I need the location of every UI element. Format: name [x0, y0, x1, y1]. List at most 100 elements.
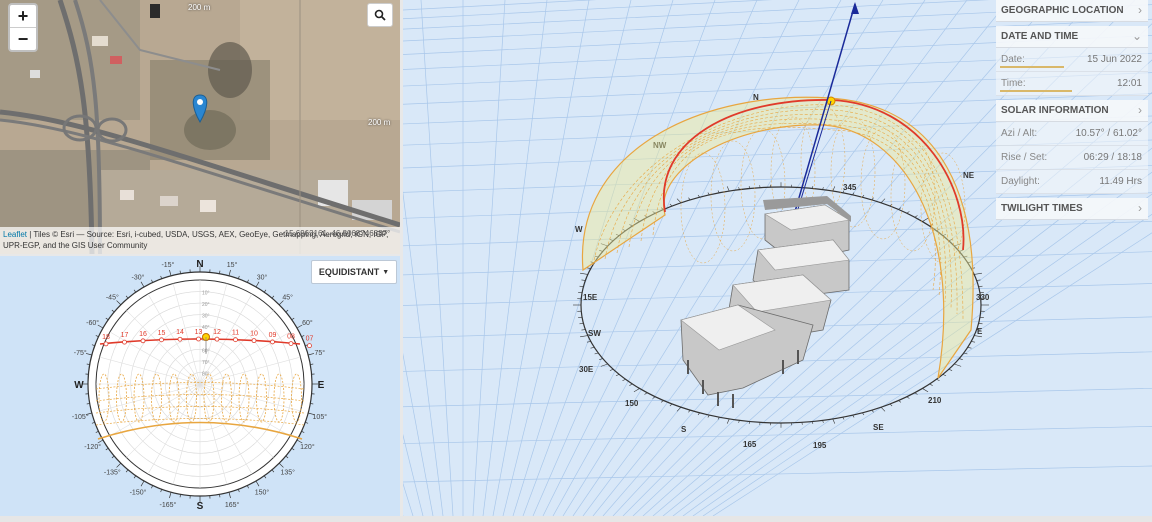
section-title: TWILIGHT TIMES	[1001, 203, 1083, 214]
azimuth-tick	[308, 353, 315, 356]
chevron-right-icon: ›	[1138, 103, 1142, 117]
rise-set-label: Rise / Set:	[1001, 152, 1048, 163]
hour-marker	[103, 341, 109, 347]
zoom-out-button[interactable]: −	[10, 27, 36, 50]
hour-label: 15	[158, 330, 166, 337]
section-title: GEOGRAPHIC LOCATION	[1001, 5, 1124, 16]
map-search-button[interactable]	[367, 3, 393, 27]
date-slider[interactable]	[1000, 66, 1064, 68]
cardinal-w: W	[74, 380, 84, 391]
projection-dropdown[interactable]: EQUIDISTANT ▼	[311, 260, 397, 284]
time-label: Time:	[1001, 78, 1026, 89]
azi-alt-label: Azi / Alt:	[1001, 128, 1038, 139]
ring-label: 15E	[583, 293, 598, 302]
azimuth-tick	[140, 281, 145, 288]
altitude-label: 40°	[202, 325, 210, 331]
hour-marker	[270, 339, 275, 345]
hour-marker	[251, 338, 257, 344]
ring-label: 150	[625, 399, 639, 408]
azimuth-tick	[111, 455, 115, 459]
altitude-label: 20°	[202, 302, 210, 308]
chevron-right-icon: ›	[1138, 201, 1142, 215]
ring-label: 30E	[579, 365, 594, 374]
azimuth-tick	[228, 269, 231, 276]
azimuth-tick	[169, 269, 172, 276]
azimuth-label: -75°	[74, 349, 87, 357]
azimuth-label: 75°	[314, 349, 325, 357]
daylight-value: 11.49 Hrs	[1099, 176, 1142, 187]
azimuth-tick	[255, 281, 260, 288]
azimuth-tick	[247, 485, 249, 489]
azimuth-tick	[133, 289, 137, 293]
time-row[interactable]: Time: 12:01	[996, 72, 1148, 96]
altitude-label: 10°	[202, 291, 210, 297]
azimuth-tick	[237, 489, 240, 493]
azimuth-tick	[85, 353, 92, 356]
hour-marker	[140, 338, 146, 344]
caret-down-icon: ▼	[382, 268, 390, 276]
satellite-map[interactable]: + − 200 m 200 m Leaflet | Tiles © Esri —…	[0, 0, 400, 254]
section-geographic-location[interactable]: GEOGRAPHIC LOCATION ›	[996, 0, 1148, 22]
daylight-row: Daylight: 11.49 Hrs	[996, 170, 1148, 194]
azimuth-tick	[160, 489, 163, 493]
azimuth-label: 30°	[257, 274, 268, 282]
azimuth-label: -165°	[160, 501, 177, 509]
azimuth-label: 45°	[282, 293, 293, 301]
altitude-label: 30°	[202, 314, 210, 320]
ring-label: E	[977, 327, 983, 336]
azimuth-tick	[291, 317, 295, 321]
hour-marker	[288, 341, 294, 346]
cardinal-n: N	[196, 259, 203, 270]
azimuth-tick	[263, 289, 267, 293]
azimuth-tick	[91, 421, 95, 424]
ring-label: SE	[873, 423, 884, 432]
hour-label: 11	[232, 330, 239, 337]
ring-label: 165	[743, 440, 757, 449]
hour-label: 09	[269, 332, 277, 339]
azimuth-label: 15°	[227, 261, 238, 269]
leaflet-link[interactable]: Leaflet	[3, 230, 27, 239]
hour-label: 12	[213, 329, 221, 336]
azimuth-tick	[301, 431, 305, 433]
scale-label-top: 200 m	[188, 3, 211, 12]
time-value: 12:01	[1116, 78, 1142, 89]
azimuth-tick	[160, 275, 163, 279]
azimuth-tick	[255, 480, 260, 487]
azimuth-tick	[125, 295, 129, 299]
date-label: Date:	[1001, 54, 1025, 65]
date-value: 15 Jun 2022	[1086, 54, 1142, 65]
hour-marker	[196, 336, 201, 342]
sun-path-chart: 15° 30° 45° 60° 75° 105° 120° 135° 150° 165° -165°…	[72, 259, 327, 512]
azimuth-tick	[285, 309, 289, 313]
azimuth-tick	[151, 279, 153, 283]
azimuth-tick	[105, 447, 109, 451]
time-slider[interactable]	[1000, 90, 1072, 92]
zoom-in-button[interactable]: +	[10, 5, 36, 27]
section-date-and-time[interactable]: DATE AND TIME ⌄	[996, 26, 1148, 48]
azimuth-label: 60°	[302, 319, 313, 327]
azimuth-label: -120°	[84, 443, 101, 451]
azimuth-tick	[271, 295, 275, 299]
hour-marker	[233, 337, 238, 343]
azi-alt-row: Azi / Alt: 10.57° / 61.02°	[996, 122, 1148, 146]
azimuth-label: -135°	[104, 469, 121, 477]
azimuth-tick	[140, 480, 145, 487]
ring-label: 195	[813, 441, 827, 450]
section-solar-information[interactable]: SOLAR INFORMATION ›	[996, 100, 1148, 122]
azimuth-tick	[116, 462, 122, 468]
azimuth-tick	[169, 492, 172, 499]
section-title: SOLAR INFORMATION	[1001, 105, 1109, 116]
info-panel: GEOGRAPHIC LOCATION › DATE AND TIME ⌄ Da…	[996, 0, 1148, 220]
azimuth-tick	[271, 469, 275, 473]
azimuth-tick	[305, 421, 309, 424]
cardinal-e: E	[318, 380, 325, 391]
azimuth-tick	[285, 455, 289, 459]
chevron-down-icon: ⌄	[1131, 29, 1142, 43]
azimuth-tick	[291, 447, 295, 451]
date-row[interactable]: Date: 15 Jun 2022	[996, 48, 1148, 72]
azimuth-label: 150°	[255, 488, 270, 496]
section-twilight-times[interactable]: TWILIGHT TIMES ›	[996, 198, 1148, 220]
azimuth-label: -150°	[130, 488, 147, 496]
hour-label: 14	[176, 329, 184, 336]
ring-label: S	[681, 425, 687, 434]
